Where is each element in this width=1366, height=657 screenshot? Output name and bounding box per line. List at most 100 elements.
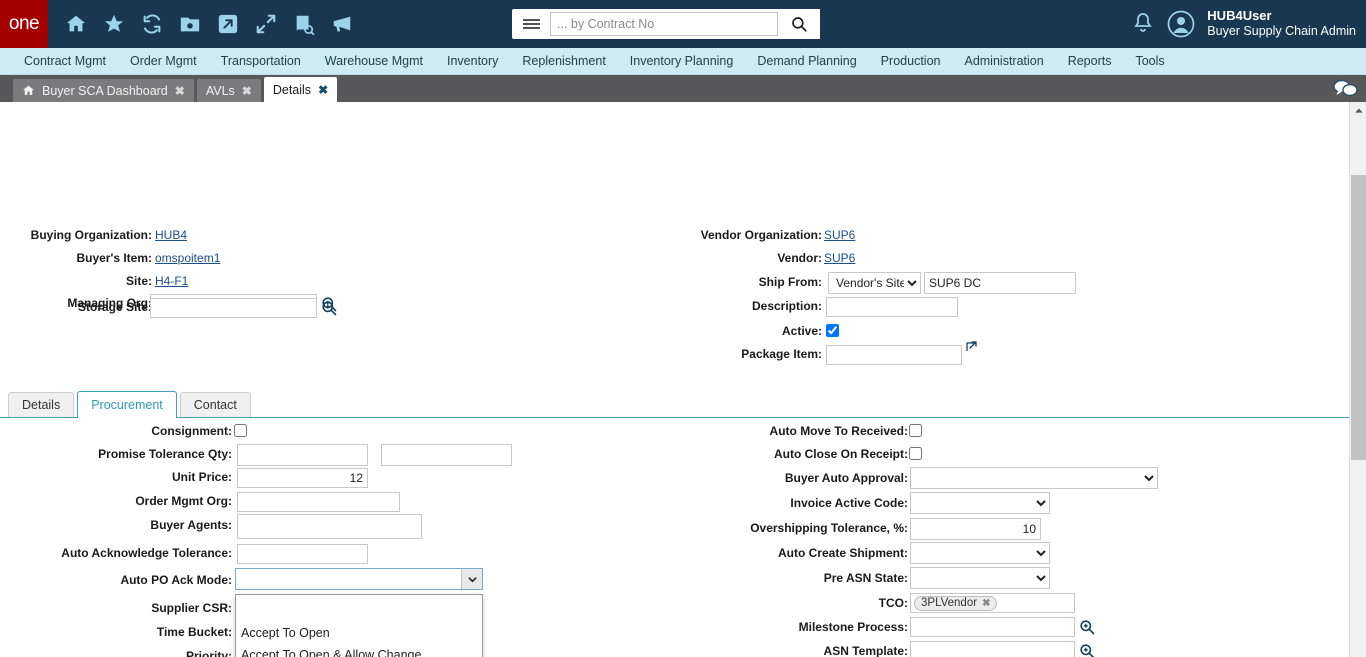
announcement-megaphone-icon[interactable] xyxy=(331,13,353,35)
close-icon[interactable]: ✖ xyxy=(242,84,252,98)
nav-item-replenishment[interactable]: Replenishment xyxy=(510,54,617,68)
nav-item-demand-planning[interactable]: Demand Planning xyxy=(745,54,868,68)
invoice-active-code-select[interactable] xyxy=(910,492,1050,514)
vertical-scrollbar[interactable] xyxy=(1349,102,1366,657)
favorites-star-icon[interactable] xyxy=(103,13,125,35)
refresh-icon[interactable] xyxy=(141,13,163,35)
notifications-bell-icon[interactable] xyxy=(1131,11,1155,37)
tab-label: Details xyxy=(273,83,311,97)
tab-procurement[interactable]: Procurement xyxy=(77,391,177,418)
one-network-logo[interactable]: one xyxy=(0,0,48,48)
details-content: Buying Organization: HUB4 Buyer's Item: … xyxy=(0,102,1366,657)
description-input[interactable] xyxy=(826,297,958,317)
auto-move-to-received-checkbox[interactable] xyxy=(909,424,922,437)
ship-from-select[interactable]: Vendor's Site xyxy=(828,272,921,294)
dropdown-option-accept-to-open[interactable]: Accept To Open xyxy=(236,622,482,644)
search-button[interactable] xyxy=(778,9,820,39)
field-consignment: Consignment: xyxy=(0,424,232,438)
scrollbar-thumb[interactable] xyxy=(1351,175,1366,460)
buying-organization-link[interactable]: HUB4 xyxy=(155,228,187,242)
auto-close-on-receipt-label: Auto Close On Receipt: xyxy=(774,447,908,461)
chat-icon[interactable] xyxy=(1332,77,1358,99)
pre-asn-state-select[interactable] xyxy=(910,567,1050,589)
search-menu-icon[interactable] xyxy=(512,9,550,39)
promise-tolerance-qty-control xyxy=(237,444,512,466)
nav-item-warehouse-mgmt[interactable]: Warehouse Mgmt xyxy=(313,54,435,68)
search-picker-icon[interactable] xyxy=(321,300,337,316)
dropdown-option-accept-to-open-allow-change[interactable]: Accept To Open & Allow Change xyxy=(236,644,482,657)
ship-from-site-input[interactable] xyxy=(924,272,1076,294)
auto-po-ack-mode-select[interactable] xyxy=(235,568,483,590)
popout-icon[interactable] xyxy=(965,340,978,353)
nav-item-inventory[interactable]: Inventory xyxy=(435,54,510,68)
auto-po-ack-mode-dropdown-list[interactable]: Accept To Open Accept To Open & Allow Ch… xyxy=(235,594,483,657)
search-picker-icon[interactable] xyxy=(1079,619,1095,635)
remove-chip-icon[interactable]: ✖ xyxy=(982,598,990,609)
user-area[interactable]: HUB4User Buyer Supply Chain Admin xyxy=(1131,0,1356,48)
auto-create-shipment-label: Auto Create Shipment: xyxy=(778,546,908,560)
asn-template-input[interactable] xyxy=(910,641,1075,657)
overshipping-tolerance-input[interactable] xyxy=(910,518,1041,540)
tab-contact[interactable]: Contact xyxy=(180,392,251,417)
buyers-item-link[interactable]: omspoitem1 xyxy=(155,251,220,265)
auto-create-shipment-select[interactable] xyxy=(910,542,1050,564)
nav-item-contract-mgmt[interactable]: Contract Mgmt xyxy=(12,54,118,68)
close-icon[interactable]: ✖ xyxy=(175,84,185,98)
avatar[interactable] xyxy=(1167,10,1195,38)
promise-tolerance-qty-label: Promise Tolerance Qty: xyxy=(98,447,232,461)
tco-chip[interactable]: 3PLVendor ✖ xyxy=(914,596,997,611)
milestone-process-input[interactable] xyxy=(910,617,1075,637)
buyer-agents-input[interactable] xyxy=(237,514,422,539)
tab-details[interactable]: Details ✖ xyxy=(264,77,337,102)
consignment-checkbox[interactable] xyxy=(234,424,247,437)
buyer-auto-approval-select[interactable] xyxy=(910,467,1158,489)
unit-price-input[interactable] xyxy=(237,468,368,488)
promise-tolerance-qty-max-input[interactable] xyxy=(381,444,512,466)
auto-acknowledge-tolerance-input[interactable] xyxy=(237,544,368,564)
global-search xyxy=(512,9,820,39)
search-input[interactable] xyxy=(550,12,778,36)
new-window-icon[interactable] xyxy=(217,13,239,35)
vendor-link[interactable]: SUP6 xyxy=(824,251,855,265)
site-link[interactable]: H4-F1 xyxy=(155,274,188,288)
unit-price-label: Unit Price: xyxy=(172,470,232,484)
close-icon[interactable]: ✖ xyxy=(318,83,328,97)
storage-site-input[interactable] xyxy=(150,298,317,318)
auto-close-on-receipt-checkbox[interactable] xyxy=(909,447,922,460)
order-mgmt-org-input[interactable] xyxy=(237,492,400,512)
tab-avls[interactable]: AVLs ✖ xyxy=(197,79,261,102)
field-vendor: Vendor: xyxy=(640,251,822,265)
chevron-down-icon[interactable] xyxy=(461,569,482,589)
tco-chip-container[interactable]: 3PLVendor ✖ xyxy=(910,593,1075,613)
search-picker-icon[interactable] xyxy=(1079,643,1095,657)
nav-item-administration[interactable]: Administration xyxy=(952,54,1055,68)
auto-move-to-received-control xyxy=(909,424,922,437)
home-icon[interactable] xyxy=(65,13,87,35)
nav-item-transportation[interactable]: Transportation xyxy=(209,54,313,68)
ship-from-label: Ship From: xyxy=(759,275,822,289)
tab-buyer-sca-dashboard[interactable]: Buyer SCA Dashboard ✖ xyxy=(13,79,194,102)
nav-item-production[interactable]: Production xyxy=(869,54,953,68)
package-item-input[interactable] xyxy=(826,345,962,365)
tab-details-inner[interactable]: Details xyxy=(8,392,74,417)
auto-po-ack-mode-label: Auto PO Ack Mode: xyxy=(120,573,232,587)
expand-icon[interactable] xyxy=(255,13,277,35)
nav-item-inventory-planning[interactable]: Inventory Planning xyxy=(618,54,746,68)
folder-settings-icon[interactable] xyxy=(179,13,201,35)
vendor-organization-link[interactable]: SUP6 xyxy=(824,228,855,242)
promise-tolerance-qty-min-input[interactable] xyxy=(237,444,368,466)
active-checkbox[interactable] xyxy=(826,324,839,337)
consignment-label: Consignment: xyxy=(151,424,232,438)
nav-item-reports[interactable]: Reports xyxy=(1056,54,1124,68)
scroll-up-icon[interactable] xyxy=(1350,102,1366,119)
nav-item-tools[interactable]: Tools xyxy=(1123,54,1176,68)
book-search-icon[interactable] xyxy=(293,13,315,35)
nav-item-order-mgmt[interactable]: Order Mgmt xyxy=(118,54,209,68)
field-asn-template: ASN Template: xyxy=(660,644,908,657)
milestone-process-label: Milestone Process: xyxy=(799,620,908,634)
detail-tab-bar: Details Procurement Contact xyxy=(0,390,1366,418)
tab-label: AVLs xyxy=(206,84,235,98)
field-invoice-active-code: Invoice Active Code: xyxy=(660,496,908,510)
header-toolbar xyxy=(48,13,353,35)
dropdown-option-blank[interactable] xyxy=(236,596,482,622)
